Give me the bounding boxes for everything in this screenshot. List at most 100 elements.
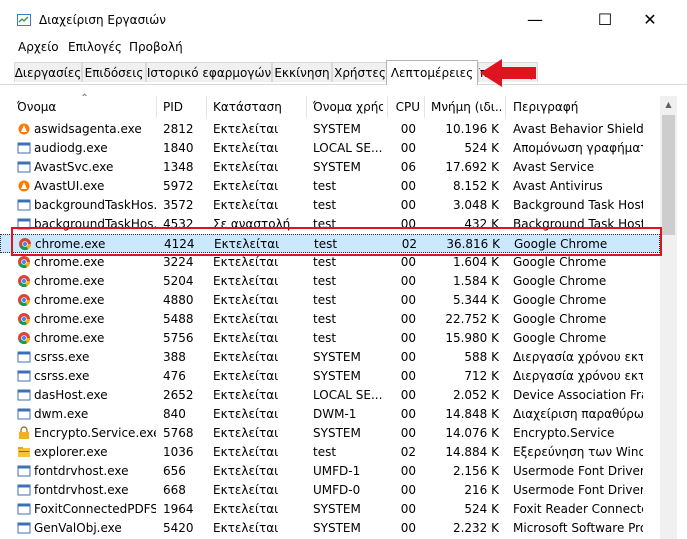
process-description: Encrypto.Service [513, 426, 615, 440]
close-button[interactable]: ✕ [627, 4, 673, 34]
table-row[interactable]: csrss.exe 476 Εκτελείται SYSTEM 00 712 K Διεργ… [0, 367, 660, 386]
avast-icon [17, 179, 31, 193]
process-description: Google Chrome [513, 293, 607, 307]
scroll-up-button[interactable]: ▲ [660, 96, 677, 113]
col-username[interactable]: Όνομα χρήστη [313, 100, 383, 114]
process-memory: 5.344 K [452, 293, 499, 307]
close-icon: ✕ [643, 9, 657, 29]
window-icon [17, 388, 31, 402]
process-status: Εκτελείται [213, 426, 279, 440]
process-memory: 1.604 K [452, 255, 499, 269]
table-row[interactable]: backgroundTaskHos... 3572 Εκτελείται test 00… [0, 196, 660, 215]
process-cpu: 00 [400, 331, 416, 345]
process-pid: 5488 [163, 312, 194, 326]
process-status: Σε αναστολή [213, 217, 291, 231]
process-cpu: 00 [400, 312, 416, 326]
table-row[interactable]: aswidsagenta.exe 2812 Εκτελείται SYSTEM 00 10… [0, 120, 660, 139]
process-user: test [313, 274, 337, 288]
process-name: chrome.exe [34, 331, 105, 345]
table-row[interactable]: fontdrvhost.exe 668 Εκτελείται UMFD-0 00 216 … [0, 481, 660, 500]
table-row[interactable]: dwm.exe 840 Εκτελείται DWM-1 00 14.848 K Διαχε… [0, 405, 660, 424]
window-icon [17, 464, 31, 478]
table-row[interactable]: FoxitConnectedPDFS... 1964 Εκτελείται SYSTE… [0, 500, 660, 519]
process-memory: 14.848 K [445, 407, 499, 421]
tab-details[interactable]: Λεπτομέρειες [386, 60, 478, 85]
col-pid[interactable]: PID [163, 100, 203, 114]
process-status: Εκτελείται [213, 198, 279, 212]
col-description[interactable]: Περιγραφή [513, 100, 653, 114]
process-user: test [314, 237, 338, 251]
process-cpu: 00 [400, 350, 416, 364]
table-row[interactable]: Encrypto.Service.exe 5768 Εκτελείται SYSTEM… [0, 424, 660, 443]
table-row[interactable]: chrome.exe 5204 Εκτελείται test 00 1.584 K Goo… [0, 272, 660, 291]
table-row[interactable]: AvastSvc.exe 1348 Εκτελείται SYSTEM 06 17.692… [0, 158, 660, 177]
tab-label: Ιστορικό εφαρμογών [146, 65, 272, 80]
tab-app-history[interactable]: Ιστορικό εφαρμογών [146, 62, 272, 82]
process-name: fontdrvhost.exe [34, 464, 129, 478]
menu-file[interactable]: Αρχείο [18, 40, 59, 54]
process-name: dwm.exe [34, 407, 89, 421]
table-row[interactable]: chrome.exe 5488 Εκτελείται test 00 22.752 K Go… [0, 310, 660, 329]
col-name[interactable]: Όνομα [17, 100, 152, 114]
process-status: Εκτελείται [213, 521, 279, 535]
process-name: GenValObj.exe [34, 521, 122, 535]
column-divider[interactable] [424, 96, 425, 118]
process-memory: 588 K [464, 350, 499, 364]
process-status: Εκτελείται [213, 407, 279, 421]
process-user: test [313, 198, 337, 212]
tab-startup[interactable]: Εκκίνηση [272, 62, 332, 82]
chrome-icon [17, 331, 31, 345]
column-divider[interactable] [306, 96, 307, 118]
table-row[interactable]: AvastUI.exe 5972 Εκτελείται test 00 8.152 K Av… [0, 177, 660, 196]
process-status: Εκτελείται [213, 464, 279, 478]
process-pid: 668 [163, 483, 186, 497]
table-row[interactable]: GenValObj.exe 5420 Εκτελείται SYSTEM 00 2.232… [0, 519, 660, 538]
table-row[interactable]: chrome.exe 3224 Εκτελείται test 00 1.604 K Goo… [0, 253, 660, 272]
table-row[interactable]: explorer.exe 1036 Εκτελείται test 02 14.884 K… [0, 443, 660, 462]
avast-icon [17, 122, 31, 136]
column-divider[interactable] [505, 96, 506, 118]
table-row[interactable]: backgroundTaskHos... 4532 Σε αναστολή test 0… [0, 215, 660, 234]
table-row[interactable]: chrome.exe 4880 Εκτελείται test 00 5.344 K Goo… [0, 291, 660, 310]
process-description: Background Task Host [513, 217, 643, 231]
column-divider[interactable] [387, 96, 388, 118]
menu-view[interactable]: Προβολή [129, 40, 183, 54]
col-memory[interactable]: Μνήμη (ιδι... [431, 100, 501, 114]
table-row[interactable]: audiodg.exe 1840 Εκτελείται LOCAL SE... 00 52… [0, 139, 660, 158]
col-cpu[interactable]: CPU [390, 100, 420, 114]
process-memory: 3.048 K [452, 198, 499, 212]
column-divider[interactable] [156, 96, 157, 118]
table-row[interactable]: chrome.exe 5756 Εκτελείται test 00 15.980 K Go… [0, 329, 660, 348]
table-row[interactable]: dasHost.exe 2652 Εκτελείται LOCAL SE... 00 2.… [0, 386, 660, 405]
scroll-thumb[interactable] [662, 115, 675, 235]
maximize-button[interactable]: ☐ [582, 4, 628, 34]
process-description: Usermode Font Driver H... [513, 464, 643, 478]
process-status: Εκτελείται [213, 388, 279, 402]
process-description: Εξερεύνηση των Windo... [513, 445, 643, 459]
chrome-icon [17, 274, 31, 288]
process-memory: 216 K [464, 483, 499, 497]
table-row[interactable]: fontdrvhost.exe 656 Εκτελείται UMFD-1 00 2.15… [0, 462, 660, 481]
task-manager-icon [17, 14, 31, 26]
process-pid: 1036 [163, 445, 194, 459]
process-memory: 8.152 K [452, 179, 499, 193]
process-pid: 1840 [163, 141, 194, 155]
process-description: Usermode Font Driver H... [513, 483, 643, 497]
process-name: csrss.exe [34, 369, 90, 383]
tab-performance[interactable]: Επιδόσεις [82, 62, 146, 82]
table-row[interactable]: csrss.exe 388 Εκτελείται SYSTEM 00 588 K Διεργ… [0, 348, 660, 367]
process-name: aswidsagenta.exe [34, 122, 142, 136]
table-row-selected[interactable]: chrome.exe 4124 Εκτελείται test 02 36.816 K Go… [0, 234, 660, 253]
tab-label: Επιδόσεις [84, 65, 144, 80]
minimize-button[interactable]: — [512, 4, 558, 34]
process-pid: 5972 [163, 179, 194, 193]
tab-users[interactable]: Χρήστες [332, 62, 388, 82]
menu-options[interactable]: Επιλογές [68, 40, 122, 54]
column-divider[interactable] [206, 96, 207, 118]
process-name: AvastUI.exe [34, 179, 105, 193]
col-status[interactable]: Κατάσταση [213, 100, 303, 114]
tab-processes[interactable]: Διεργασίες [14, 62, 82, 82]
process-user: SYSTEM [313, 502, 361, 516]
process-description: Avast Behavior Shield [513, 122, 643, 136]
process-description: Avast Service [513, 160, 595, 174]
